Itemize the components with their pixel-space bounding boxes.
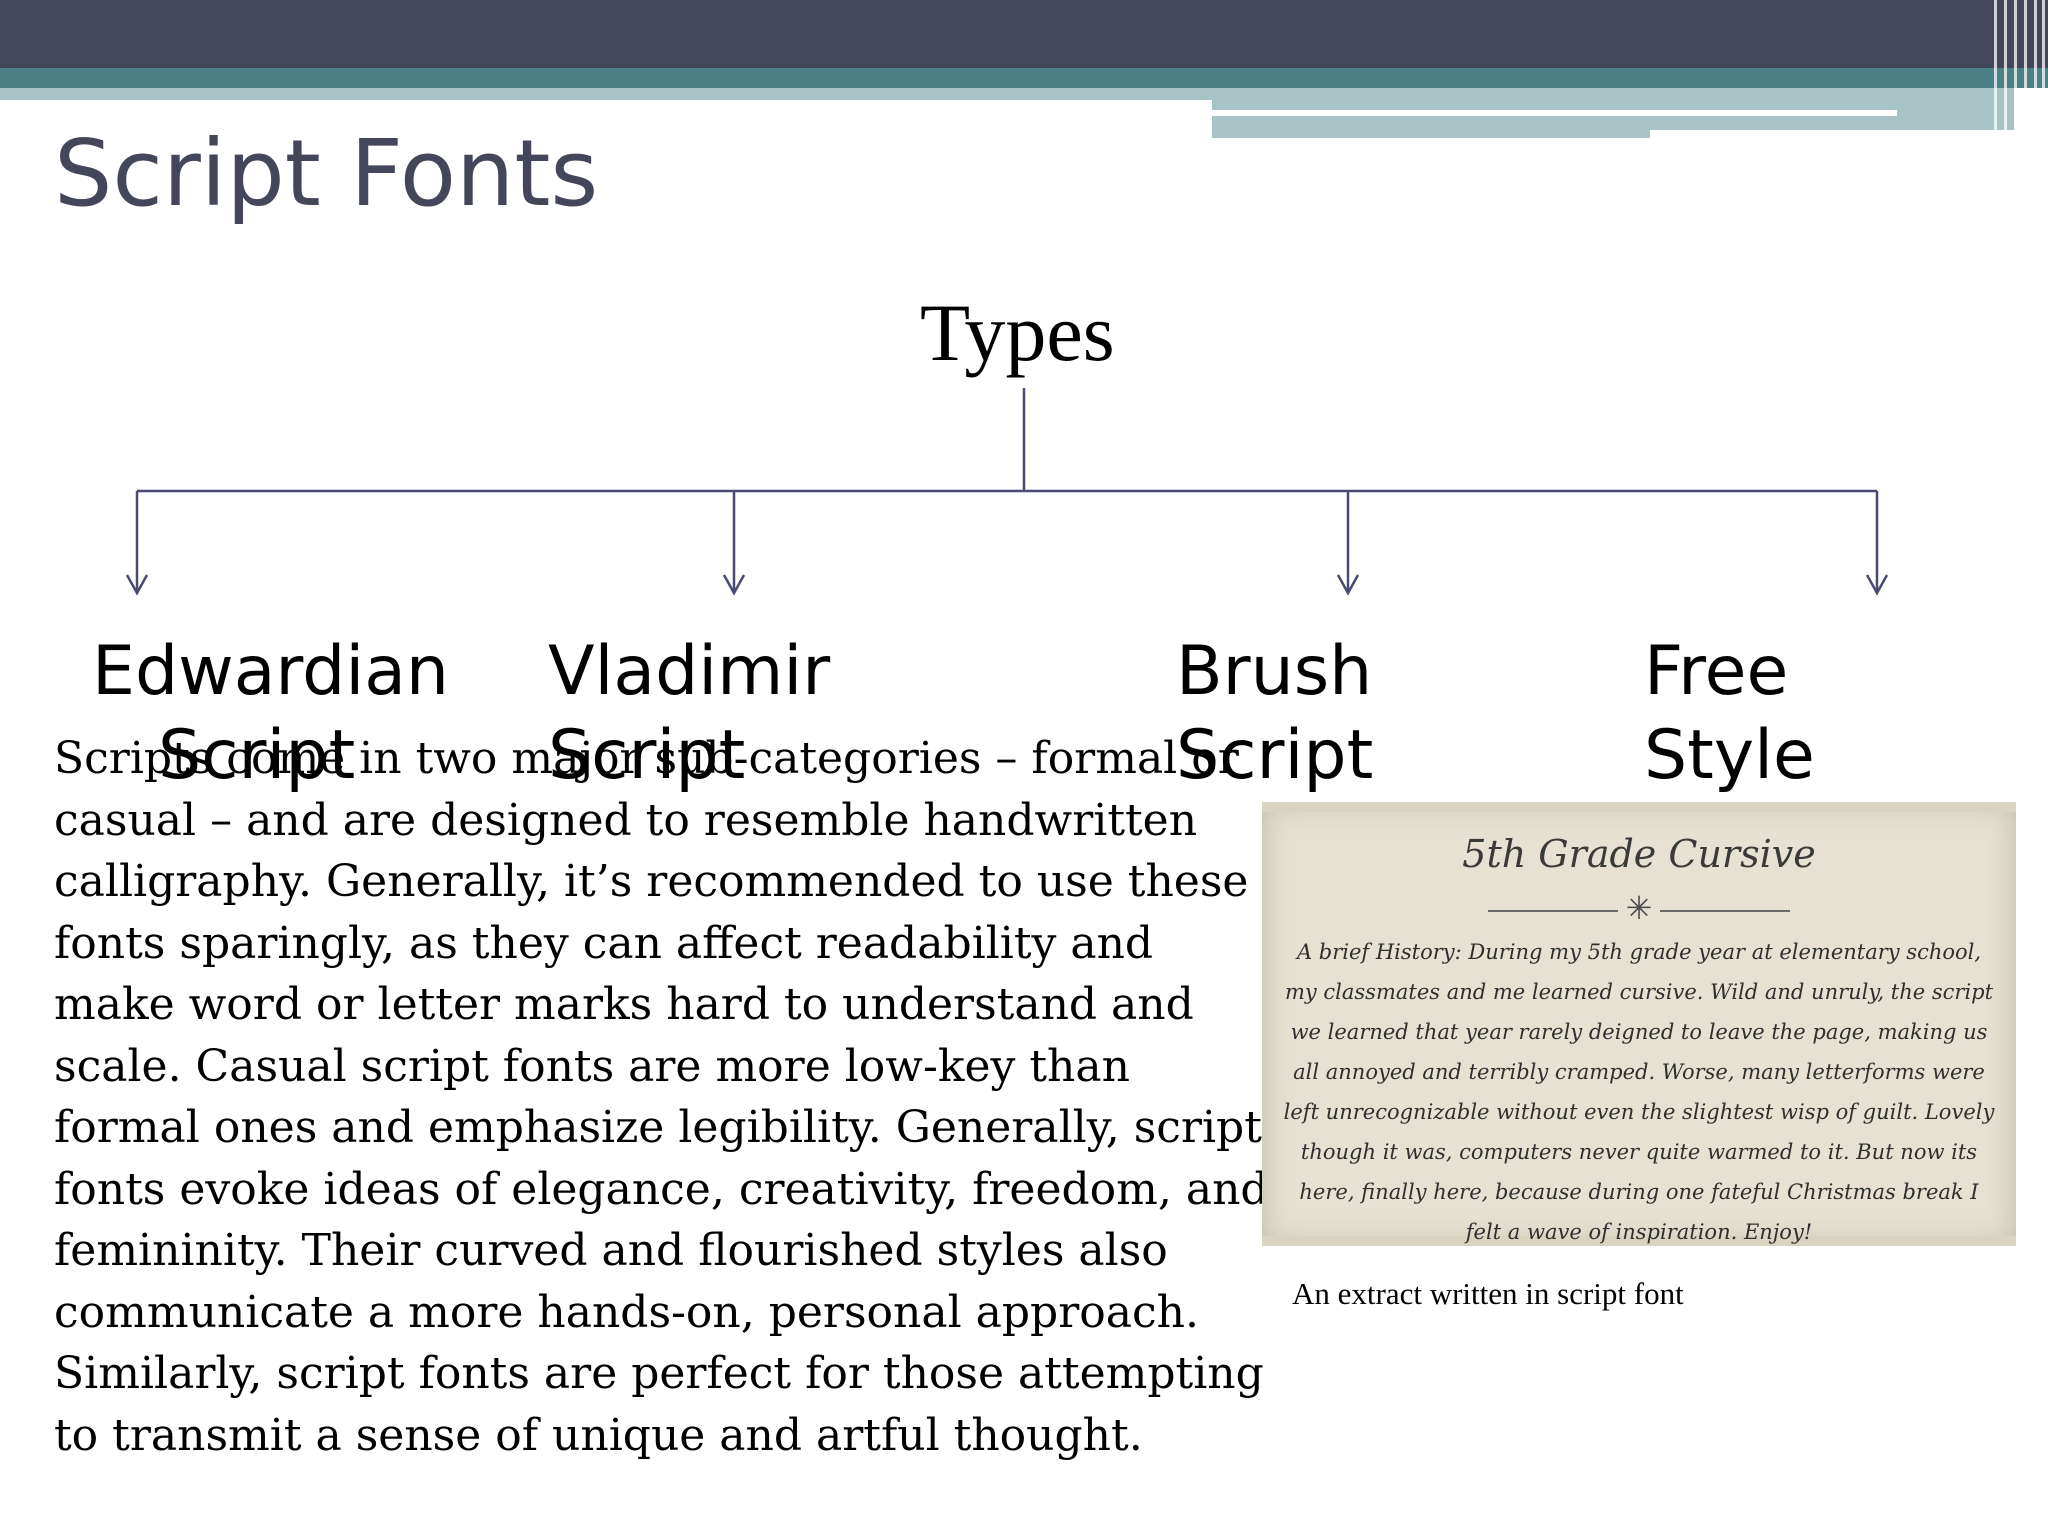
type-label-line2: Style: [1644, 716, 1815, 795]
body-paragraph: Scripts come in two major sub-categories…: [54, 733, 1269, 1461]
image-body-text: A brief History: During my 5th grade yea…: [1283, 940, 1995, 1244]
asterisk-ornament-icon: ✳: [1625, 889, 1653, 927]
type-label-line1: Brush: [1176, 632, 1373, 711]
image-caption: An extract written in script font: [1292, 1276, 1684, 1311]
type-label-line1: Edwardian: [92, 632, 449, 711]
type-label-line1: Free: [1644, 632, 1789, 711]
script-font-sample-image: 5th Grade Cursive ✳ A brief History: Dur…: [1262, 802, 2016, 1246]
image-title: 5th Grade Cursive: [1462, 832, 1816, 876]
type-label-line1: Vladimir: [548, 632, 831, 711]
type-free-style: Free Style: [1644, 630, 1815, 798]
diagram-connectors: [125, 388, 1889, 596]
image-top-edge: [1262, 802, 2016, 812]
